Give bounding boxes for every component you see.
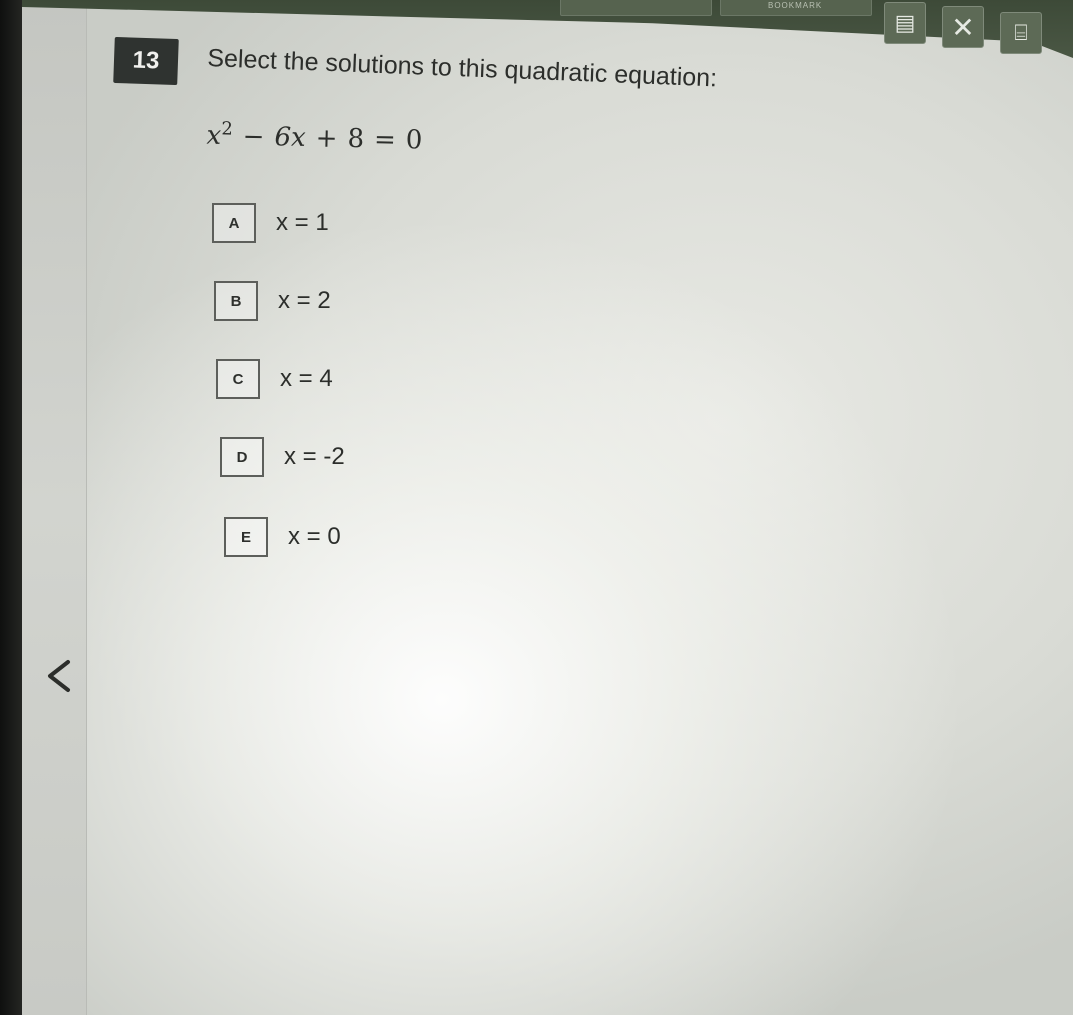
equation-term: 6x <box>274 122 307 153</box>
choice-a[interactable]: A x = 1 <box>212 203 329 243</box>
choice-checkbox[interactable]: B <box>214 281 258 321</box>
monitor-bezel <box>0 0 24 1015</box>
left-gutter <box>22 0 87 1015</box>
choice-checkbox[interactable]: C <box>216 359 260 399</box>
question-number-badge: 13 <box>113 36 179 86</box>
screen-area <box>22 0 1073 1015</box>
chevron-left-icon[interactable] <box>44 656 74 696</box>
choice-label: x = -2 <box>284 443 345 470</box>
choice-b[interactable]: B x = 2 <box>214 281 331 321</box>
equation-base: x <box>206 120 222 151</box>
close-button[interactable]: ✕ <box>942 6 984 48</box>
reference-icon: ⌸ <box>1014 20 1028 45</box>
choice-c[interactable]: C x = 4 <box>216 359 333 399</box>
equation-exponent: 2 <box>221 118 234 140</box>
choice-checkbox[interactable]: D <box>220 437 264 477</box>
reference-button[interactable]: ⌸ <box>1000 12 1042 54</box>
toolbar-tab <box>560 0 712 16</box>
choice-label: x = 0 <box>288 523 341 550</box>
equation-plus: + <box>315 123 338 154</box>
choice-e[interactable]: E x = 0 <box>224 517 341 557</box>
choice-label: x = 2 <box>278 287 331 314</box>
equation-constant: 8 <box>347 123 365 155</box>
calculator-button[interactable]: ▤ <box>884 2 926 44</box>
equation-equals: = <box>373 124 397 155</box>
choice-label: x = 1 <box>276 209 329 236</box>
bookmark-label[interactable]: BOOKMARK <box>768 1 822 10</box>
equation: x2−6x +8 = 0 <box>206 118 423 156</box>
calculator-icon: ▤ <box>894 10 916 35</box>
choice-checkbox[interactable]: E <box>224 517 268 557</box>
equation-minus: − <box>242 121 265 152</box>
choice-checkbox[interactable]: A <box>212 203 256 243</box>
choice-label: x = 4 <box>280 365 333 392</box>
choice-d[interactable]: D x = -2 <box>220 437 345 477</box>
equation-rhs: 0 <box>405 125 423 156</box>
close-icon: ✕ <box>951 11 975 43</box>
